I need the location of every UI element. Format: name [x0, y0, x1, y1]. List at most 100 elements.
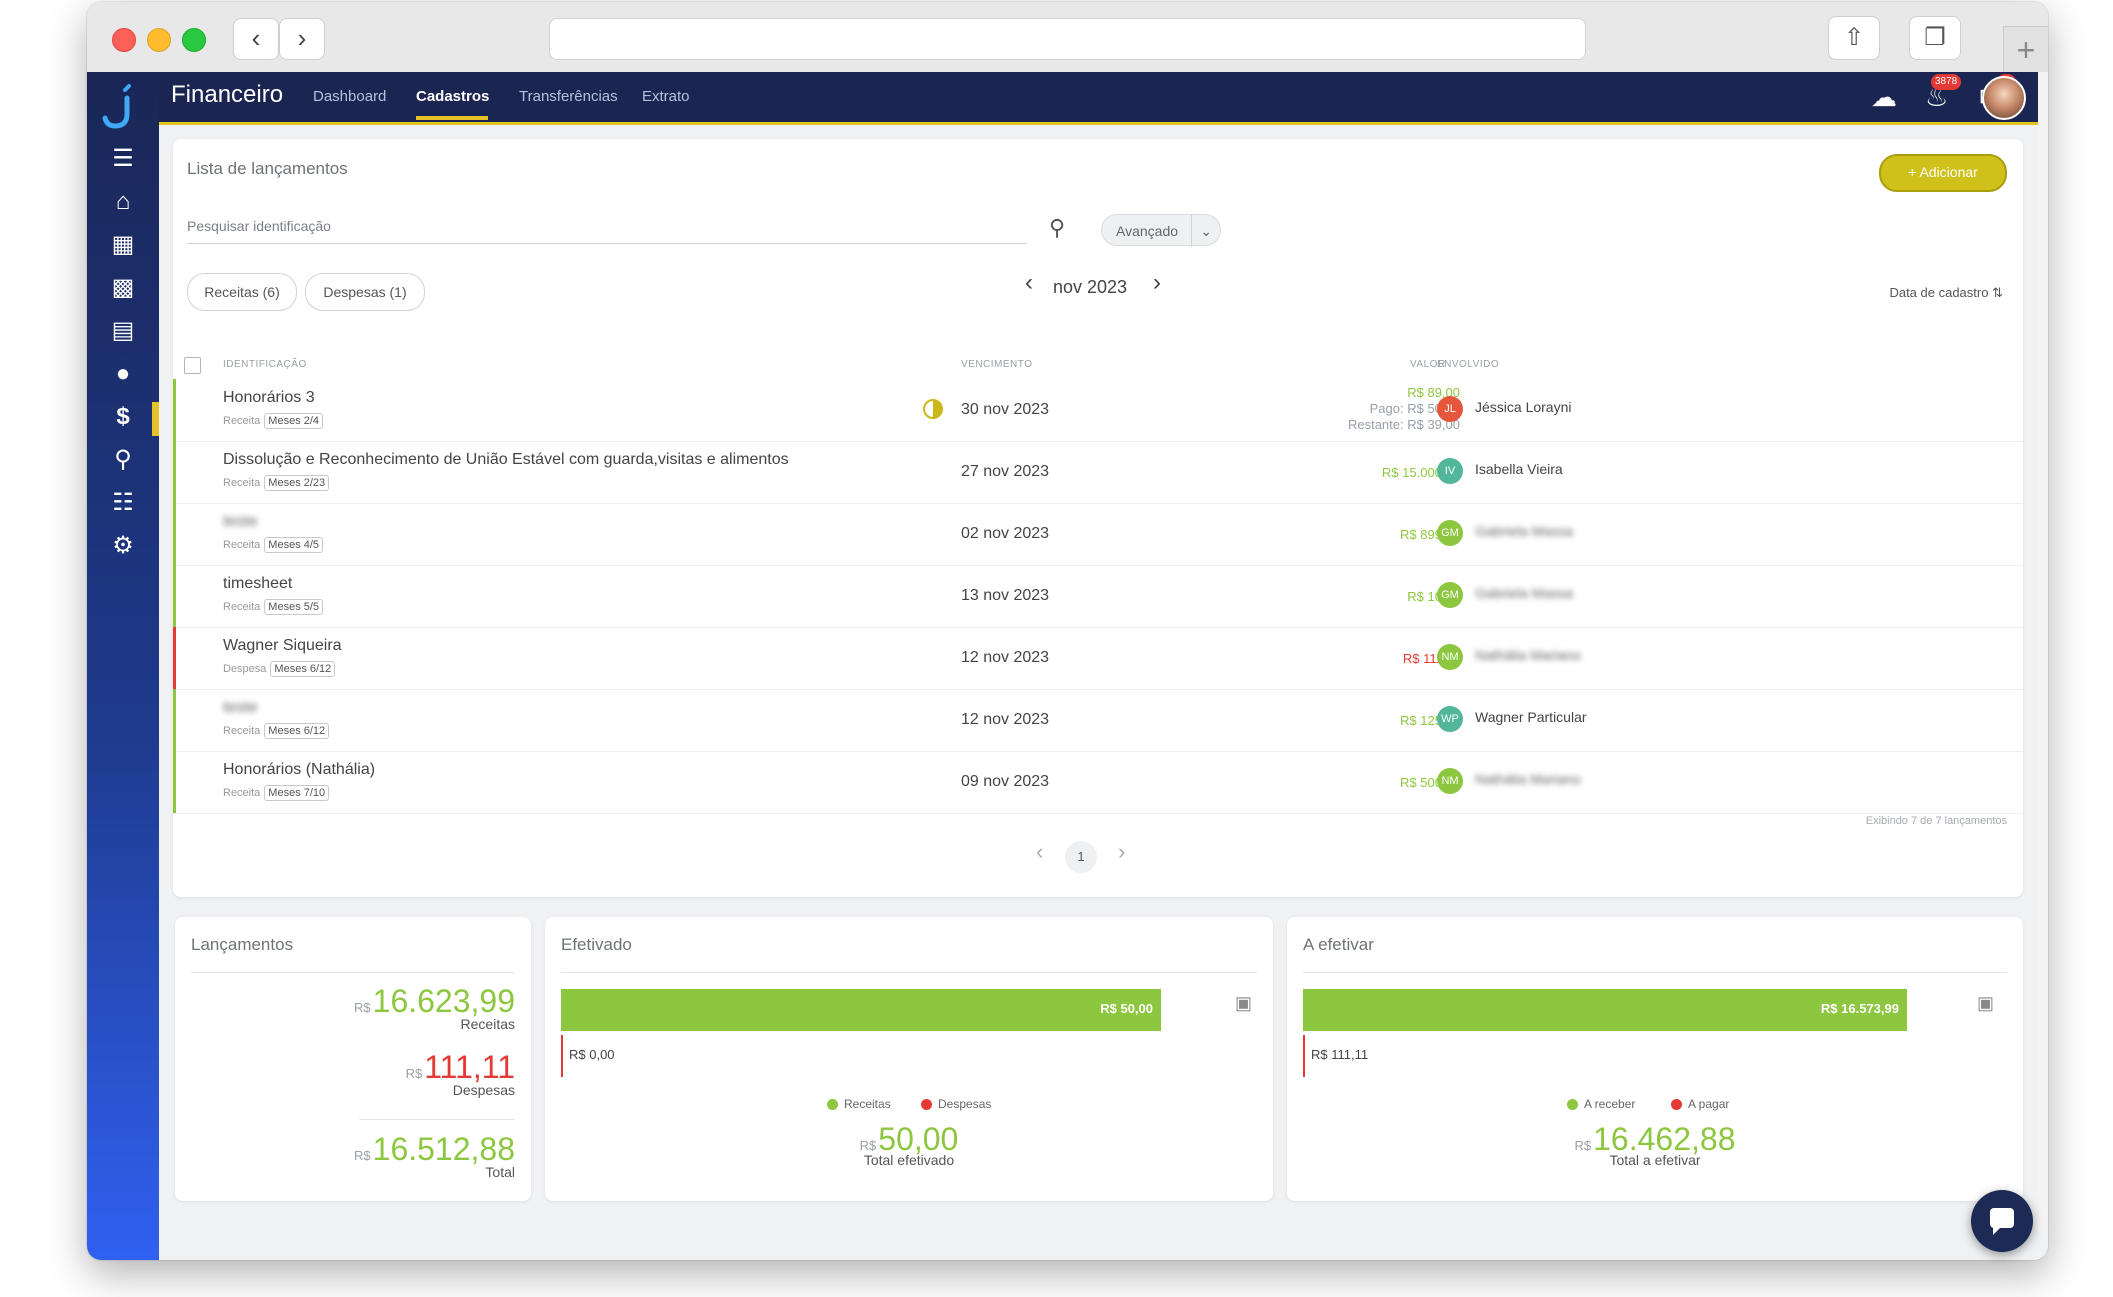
document-icon[interactable]: ▤: [105, 316, 141, 346]
new-tab-button[interactable]: +: [2003, 26, 2048, 73]
book-icon[interactable]: ▩: [105, 273, 141, 303]
effected-expense-bar: [561, 1035, 563, 1077]
effected-expense-label: R$ 0,00: [569, 1047, 615, 1062]
legend-a-pagar[interactable]: A pagar: [1671, 1097, 1729, 1111]
row-due-date: 12 nov 2023: [961, 711, 1050, 728]
row-name[interactable]: timesheet: [223, 575, 292, 593]
dollar-icon[interactable]: $: [105, 402, 141, 432]
maximize-window-button[interactable]: [182, 28, 206, 52]
prev-month-button[interactable]: ‹: [1025, 269, 1033, 297]
search-icon[interactable]: ⚲: [1049, 215, 1065, 241]
row-meta: Receita Meses 6/12: [223, 723, 330, 739]
table-row[interactable]: Honorários (Nathália) Receita Meses 7/10 09…: [173, 751, 2023, 814]
legend-despesas[interactable]: Despesas: [921, 1097, 991, 1111]
tab-transferencias[interactable]: Transferências: [519, 88, 618, 105]
row-status-bar: [173, 689, 176, 751]
row-name[interactable]: Wagner Siqueira: [223, 637, 342, 655]
legend-a-receber[interactable]: A receber: [1567, 1097, 1635, 1111]
scrollbar[interactable]: [2038, 72, 2048, 1232]
row-name[interactable]: Honorários (Nathália): [223, 761, 375, 779]
person-avatar: IV: [1437, 458, 1463, 484]
tab-cadastros[interactable]: Cadastros: [416, 88, 489, 105]
row-status-bar: [173, 751, 176, 813]
page-number[interactable]: 1: [1065, 841, 1097, 873]
row-type: Receita: [223, 477, 261, 489]
row-name[interactable]: teste: [223, 513, 258, 531]
row-meta: Receita Meses 7/10: [223, 785, 330, 801]
close-window-button[interactable]: [112, 28, 136, 52]
home-icon[interactable]: ⌂: [105, 187, 141, 217]
select-all-checkbox[interactable]: [184, 357, 201, 374]
row-months-tag: Meses 2/23: [264, 475, 330, 491]
person-name[interactable]: Wagner Particular: [1475, 709, 1587, 725]
row-due-date: 27 nov 2023: [961, 463, 1050, 480]
chip-receitas[interactable]: Receitas (6): [187, 273, 297, 311]
add-button[interactable]: + Adicionar: [1879, 154, 2007, 192]
person-name[interactable]: Jéssica Lorayni: [1475, 399, 1572, 415]
person-name[interactable]: Nathália Mariano: [1475, 771, 1581, 787]
row-status-bar: [173, 379, 176, 441]
advanced-label: Avançado: [1116, 223, 1179, 239]
row-status-bar: [173, 565, 176, 627]
advanced-filter-button[interactable]: Avançado ⌄: [1101, 214, 1221, 247]
person-name[interactable]: Nathália Mariano: [1475, 647, 1581, 663]
table-row[interactable]: timesheet Receita Meses 5/5 13 nov 2023 R$ 1…: [173, 565, 2023, 628]
effected-card: Efetivado R$ 50,00 ▣ R$ 0,00 Receitas De…: [545, 917, 1273, 1201]
back-button[interactable]: ‹: [233, 18, 279, 60]
next-page-button[interactable]: ›: [1118, 839, 1125, 865]
address-bar[interactable]: [549, 18, 1586, 60]
forward-button[interactable]: ›: [279, 18, 325, 60]
tab-extrato[interactable]: Extrato: [642, 88, 690, 105]
chip-despesas[interactable]: Despesas (1): [305, 273, 425, 311]
gear-icon[interactable]: ⚙: [105, 531, 141, 561]
prev-page-button[interactable]: ‹: [1036, 839, 1043, 865]
open-book-icon[interactable]: ☷: [105, 488, 141, 518]
sort-button[interactable]: Data de cadastro ⇅: [1889, 285, 2003, 301]
share-button[interactable]: ⇧: [1828, 16, 1880, 60]
image-export-icon[interactable]: ▣: [1235, 993, 1252, 1014]
legend-label: A pagar: [1688, 1097, 1730, 1111]
person-name[interactable]: Gabriela Massa: [1475, 523, 1573, 539]
row-name[interactable]: Honorários 3: [223, 389, 315, 407]
image-export-icon[interactable]: ▣: [1977, 993, 1994, 1014]
row-name[interactable]: Dissolução e Reconhecimento de União Est…: [223, 451, 789, 469]
calendar-icon[interactable]: ▦: [105, 230, 141, 260]
currency: R$: [1574, 1138, 1592, 1153]
chat-icon: [1990, 1208, 2014, 1235]
user-icon[interactable]: ●: [105, 359, 141, 389]
sidebar: ☰ ⌂ ▦ ▩ ▤ ● $ ⚲ ☷ ⚙: [87, 72, 159, 1260]
pending-expense-bar: [1303, 1035, 1305, 1077]
next-month-button[interactable]: ›: [1153, 269, 1161, 297]
tabs-button[interactable]: ❐: [1909, 16, 1961, 60]
legend-receitas[interactable]: Receitas: [827, 1097, 891, 1111]
person-avatar: JL: [1437, 396, 1463, 422]
search-input[interactable]: Pesquisar identificação: [187, 209, 1027, 244]
tab-dashboard[interactable]: Dashboard: [313, 88, 386, 105]
menu-icon[interactable]: ☰: [105, 144, 141, 174]
header-involved: ENVOLVIDO: [1437, 359, 1500, 370]
browser-window: ‹ › ⇧ ❐ + ☰ ⌂ ▦ ▩ ▤ ● $ ⚲ ☷ ⚙ Financeiro…: [87, 2, 2048, 1260]
currency: R$: [859, 1138, 877, 1153]
pending-total: R$16.462,88 Total a efetivar: [1287, 1121, 2023, 1168]
row-months-tag: Meses 6/12: [270, 661, 336, 677]
sort-label: Data de cadastro: [1889, 285, 1989, 300]
chevron-right-icon: ›: [297, 23, 307, 53]
row-type: Receita: [223, 725, 261, 737]
table-row[interactable]: teste Receita Meses 4/5 02 nov 2023 R$ 899,9…: [173, 503, 2023, 566]
sort-icon: ⇅: [1992, 285, 2003, 300]
table-row[interactable]: Wagner Siqueira Despesa Meses 6/12 12 nov 2…: [173, 627, 2023, 690]
row-months-tag: Meses 5/5: [264, 599, 324, 615]
cloud-icon[interactable]: ☁: [1871, 82, 1897, 113]
pending-title: A efetivar: [1303, 935, 1374, 954]
paperclip-icon[interactable]: ⚲: [105, 445, 141, 475]
person-name[interactable]: Gabriela Massa: [1475, 585, 1573, 601]
table-row[interactable]: Dissolução e Reconhecimento de União Est…: [173, 441, 2023, 504]
chat-button[interactable]: [1971, 1190, 2033, 1252]
avatar[interactable]: [1982, 76, 2026, 120]
table-row[interactable]: Honorários 3 Receita Meses 2/4 30 nov 2023 R…: [173, 379, 2023, 442]
table-row[interactable]: teste Receita Meses 6/12 12 nov 2023 R$ 125,…: [173, 689, 2023, 752]
row-name[interactable]: teste: [223, 699, 258, 717]
minimize-window-button[interactable]: [147, 28, 171, 52]
person-name[interactable]: Isabella Vieira: [1475, 461, 1563, 477]
legend-dot: [921, 1099, 932, 1111]
